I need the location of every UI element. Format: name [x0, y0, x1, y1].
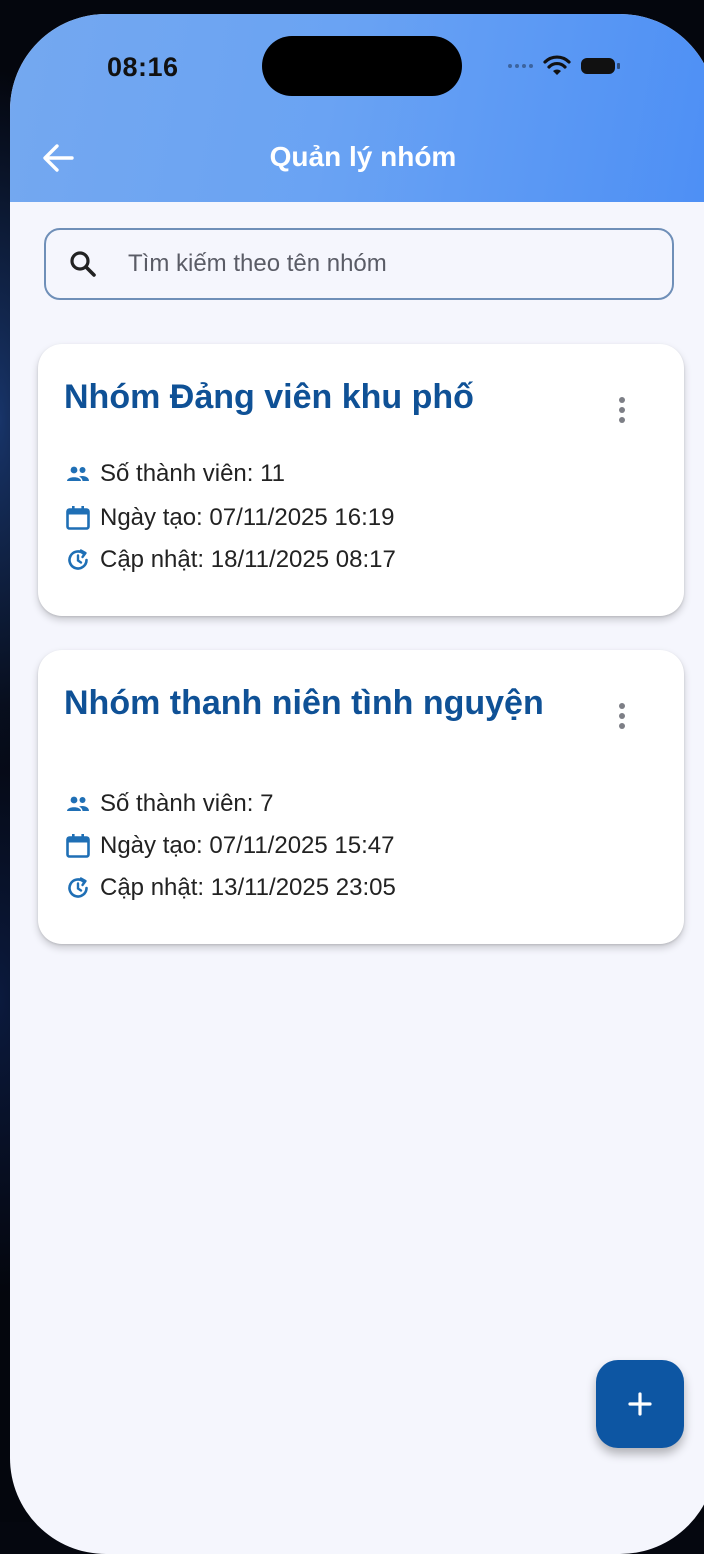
member-count-row: Số thành viên: 7 [64, 788, 273, 820]
page-title: Quản lý nhóm [269, 141, 457, 172]
updated-date-row: Cập nhật: 13/11/2025 23:05 [64, 872, 396, 904]
member-count-text: Số thành viên: 11 [100, 460, 286, 487]
people-icon [64, 790, 92, 818]
more-options-button[interactable] [612, 696, 632, 736]
created-date-text: Ngày tạo: 07/11/2025 15:47 [100, 832, 395, 859]
updated-date-text: Cập nhật: 18/11/2025 08:17 [100, 546, 396, 573]
phone-screen: 08:16 Quản lý nhóm Tìm kiếm theo tên nhó… [10, 14, 704, 1554]
created-date-row: Ngày tạo: 07/11/2025 15:47 [64, 830, 394, 862]
more-options-button[interactable] [612, 390, 632, 430]
status-icons [508, 52, 620, 80]
calendar-icon [64, 504, 92, 532]
group-card[interactable]: Nhóm thanh niên tình nguyện Số thành viê… [38, 650, 684, 944]
update-clock-icon [64, 874, 92, 902]
updated-date-text: Cập nhật: 13/11/2025 23:05 [100, 874, 396, 901]
search-box[interactable] [44, 228, 674, 300]
signal-icon [508, 64, 533, 68]
battery-icon [581, 58, 620, 74]
member-count-text: Số thành viên: 7 [100, 790, 274, 817]
more-vert-icon [619, 397, 625, 403]
update-clock-icon [64, 546, 92, 574]
group-name: Nhóm Đảng viên khu phố [64, 378, 474, 416]
updated-date-row: Cập nhật: 18/11/2025 08:17 [64, 544, 396, 576]
search-input[interactable] [126, 249, 610, 279]
add-group-button[interactable] [596, 1360, 684, 1448]
group-card[interactable]: Nhóm Đảng viên khu phố Số thành viên: 11 [38, 344, 684, 616]
search-icon [68, 249, 98, 279]
plus-icon [628, 1392, 652, 1416]
calendar-icon [64, 832, 92, 860]
dynamic-island [262, 36, 462, 96]
app-header: 08:16 Quản lý nhóm [10, 14, 704, 202]
more-vert-icon [619, 703, 625, 709]
people-icon [64, 460, 92, 488]
status-time: 08:16 [107, 52, 179, 82]
wifi-icon [543, 55, 571, 75]
created-date-text: Ngày tạo: 07/11/2025 16:19 [100, 504, 395, 531]
member-count-row: Số thành viên: 11 [64, 458, 285, 490]
created-date-row: Ngày tạo: 07/11/2025 16:19 [64, 502, 394, 534]
group-name: Nhóm thanh niên tình nguyện [64, 684, 544, 722]
